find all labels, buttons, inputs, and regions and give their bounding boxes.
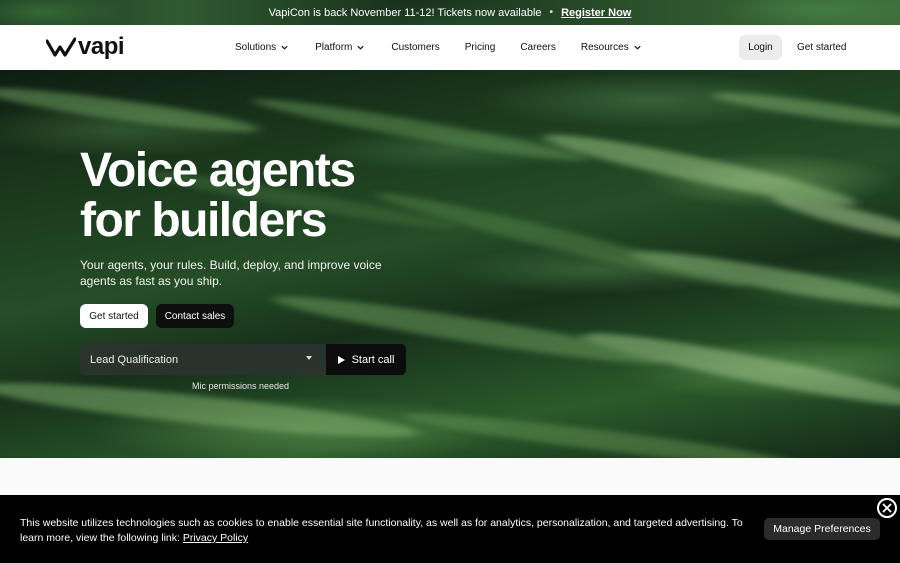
login-button[interactable]: Login [739, 35, 782, 60]
vapi-logo-icon [46, 37, 76, 57]
announcement-bar: VapiCon is back November 11-12! Tickets … [0, 0, 900, 25]
nav-item-solutions[interactable]: Solutions [235, 42, 289, 53]
chevron-down-icon [634, 45, 641, 50]
hero-title-line: Voice agents [80, 144, 356, 197]
nav-item-label: Resources [580, 42, 629, 53]
top-nav: vapi Solutions Platform Customers Pricin… [0, 25, 900, 70]
hero-subtitle: Your agents, your rules. Build, deploy, … [80, 258, 382, 288]
nav-get-started-button[interactable]: Get started [797, 35, 846, 60]
cookie-banner: This website utilizes technologies such … [0, 495, 900, 563]
get-started-button[interactable]: Get started [80, 304, 148, 328]
play-icon [337, 355, 345, 364]
nav-item-resources[interactable]: Resources [581, 42, 642, 53]
contact-sales-button[interactable]: Contact sales [156, 304, 234, 328]
content-section [0, 458, 900, 495]
start-call-label: Start call [351, 353, 395, 366]
manage-preferences-button[interactable]: Manage Preferences [764, 518, 880, 540]
chevron-down-icon [281, 45, 288, 50]
vapi-logo[interactable]: vapi [46, 33, 125, 60]
nav-item-careers[interactable]: Careers [520, 42, 556, 53]
privacy-policy-link[interactable]: Privacy Policy [183, 532, 248, 544]
nav-item-customers[interactable]: Customers [391, 42, 439, 53]
assistant-select-value: Lead Qualification [90, 353, 179, 366]
nav-item-platform[interactable]: Platform [315, 42, 365, 53]
announcement-text: VapiCon is back November 11-12! Tickets … [268, 6, 542, 19]
chevron-down-icon [357, 45, 364, 50]
close-icon [882, 503, 892, 513]
close-cookie-banner-button[interactable] [877, 498, 897, 518]
nav-item-label: Careers [520, 42, 556, 53]
mic-permissions-note: Mic permissions needed [192, 381, 290, 391]
announcement-separator: • [549, 7, 554, 18]
start-call-button[interactable]: Start call [326, 344, 406, 375]
caret-down-icon [306, 356, 312, 360]
nav-item-label: Customers [391, 42, 440, 53]
nav-item-label: Pricing [464, 42, 496, 53]
logo-text: vapi [78, 33, 125, 60]
nav-item-pricing[interactable]: Pricing [465, 42, 496, 53]
hero-section: Voice agents for builders Your agents, y… [0, 70, 900, 458]
hero-title: Voice agents for builders [80, 144, 356, 247]
cookie-text: This website utilizes technologies such … [20, 516, 750, 546]
nav-item-label: Solutions [235, 42, 277, 53]
nav-item-label: Platform [315, 42, 353, 53]
hero-title-line: for builders [80, 194, 328, 247]
assistant-select[interactable]: Lead Qualification [80, 344, 326, 375]
register-now-link[interactable]: Register Now [561, 7, 631, 19]
cookie-message: This website utilizes technologies such … [20, 517, 743, 544]
main-menu: Solutions Platform Customers Pricing Car… [235, 25, 642, 70]
